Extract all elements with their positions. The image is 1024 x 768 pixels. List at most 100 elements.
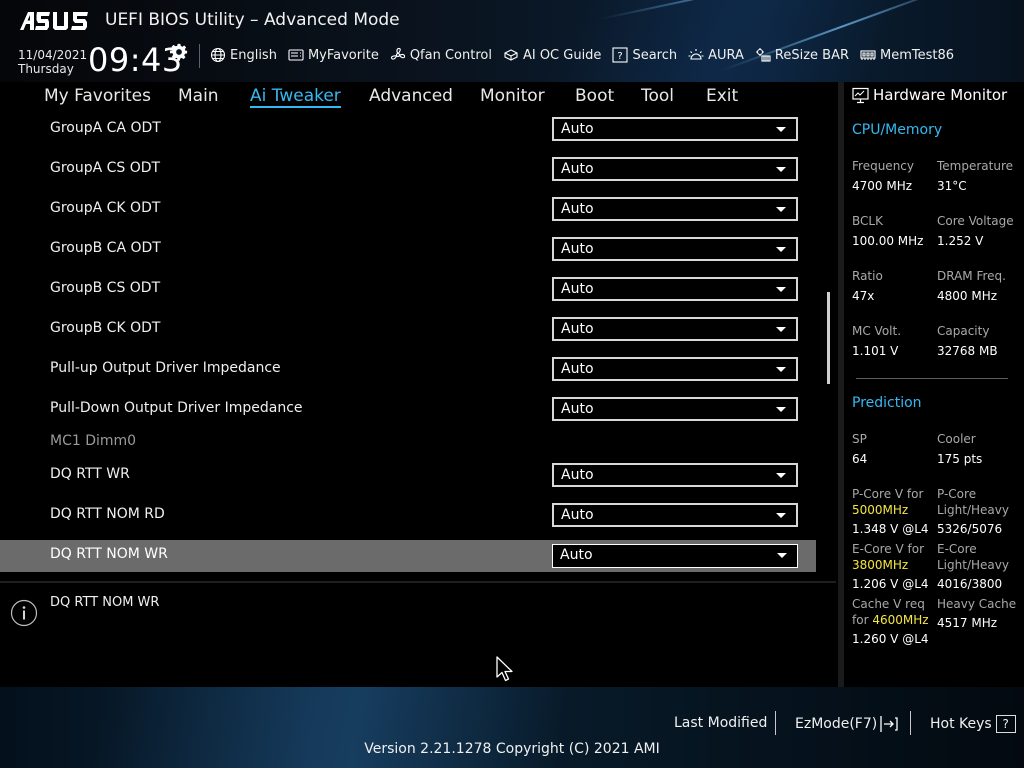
tab-my-favorites[interactable]: My Favorites: [44, 86, 151, 106]
tab-main[interactable]: Main: [178, 86, 219, 106]
hardware-monitor-panel: Hardware Monitor CPU/Memory Frequency 47…: [844, 82, 1024, 687]
tab-tool[interactable]: Tool: [641, 86, 674, 106]
setting-label: Pull-Down Output Driver Impedance: [50, 400, 303, 416]
hw-value: 4800 MHz: [937, 289, 998, 303]
dropdown-value: Auto: [561, 507, 594, 523]
setting-label: GroupB CS ODT: [50, 280, 161, 296]
hw-label: Capacity: [937, 324, 990, 338]
hw-label-line: Cache V req: [852, 597, 925, 611]
hw-value: 1.348 V @L4: [852, 522, 929, 536]
setting-dropdown[interactable]: Auto: [552, 117, 798, 141]
setting-row[interactable]: Pull-Down Output Driver Impedance Auto: [0, 392, 816, 424]
tab-boot[interactable]: Boot: [575, 86, 614, 106]
aura-label: AURA: [708, 47, 744, 63]
setting-label: DQ RTT WR: [50, 466, 130, 482]
info-icon: [10, 599, 38, 627]
hot-keys-button[interactable]: Hot Keys ?: [930, 715, 1016, 733]
chevron-down-icon: [776, 327, 786, 332]
hw-label-line: E-Core V for: [852, 542, 925, 556]
setting-row[interactable]: GroupA CK ODT Auto: [0, 192, 816, 224]
search-button[interactable]: ? Search: [612, 47, 677, 63]
qfan-control-button[interactable]: Qfan Control: [390, 47, 492, 63]
tab-ai-tweaker[interactable]: Ai Tweaker: [250, 86, 341, 108]
setting-row[interactable]: DQ RTT NOM RD Auto: [0, 500, 816, 532]
hw-label: BCLK: [852, 214, 883, 228]
header-decoration: [599, 0, 894, 20]
dropdown-value: Auto: [561, 321, 594, 337]
ai-oc-guide-button[interactable]: AI OC Guide: [503, 47, 601, 63]
hw-label: Heavy Cache: [937, 597, 1017, 611]
setting-dropdown[interactable]: Auto: [552, 197, 798, 221]
app-title: UEFI BIOS Utility – Advanced Mode: [105, 10, 400, 30]
aura-button[interactable]: AURA: [688, 47, 744, 63]
ezmode-button[interactable]: EzMode(F7): [795, 715, 899, 733]
setting-dropdown[interactable]: Auto: [552, 357, 798, 381]
asus-logo: [20, 12, 88, 30]
setting-dropdown[interactable]: Auto: [552, 317, 798, 341]
hw-label: P-Core V for 5000MHz: [852, 486, 923, 518]
setting-dropdown[interactable]: Auto: [552, 503, 798, 527]
setting-dropdown[interactable]: Auto: [552, 544, 798, 568]
setting-row[interactable]: GroupB CA ODT Auto: [0, 232, 816, 264]
chevron-down-icon: [776, 207, 786, 212]
hw-label-line: Light/Heavy: [937, 558, 1009, 572]
setting-row[interactable]: GroupB CS ODT Auto: [0, 272, 816, 304]
svg-text:?: ?: [618, 51, 623, 62]
mouse-cursor-icon: [496, 656, 513, 682]
hw-label-freq: 4600MHz: [872, 613, 929, 627]
dropdown-value: Auto: [561, 161, 594, 177]
hw-label: E-Core Light/Heavy: [937, 541, 1009, 573]
tab-monitor[interactable]: Monitor: [480, 86, 545, 106]
setting-row-selected[interactable]: DQ RTT NOM WR Auto: [0, 540, 816, 572]
dropdown-value: Auto: [561, 401, 594, 417]
tab-advanced[interactable]: Advanced: [369, 86, 453, 106]
favorite-icon: [288, 49, 304, 61]
hw-value: 64: [852, 452, 868, 466]
hw-label-line: P-Core: [937, 487, 977, 501]
chevron-down-icon: [776, 513, 786, 518]
setting-row[interactable]: GroupA CA ODT Auto: [0, 112, 816, 144]
setting-label: GroupA CS ODT: [50, 160, 161, 176]
hw-value: 32768 MB: [937, 344, 998, 358]
setting-dropdown[interactable]: Auto: [552, 397, 798, 421]
chevron-down-icon: [776, 247, 786, 252]
setting-row[interactable]: Pull-up Output Driver Impedance Auto: [0, 352, 816, 384]
hw-label-line: for: [852, 613, 869, 627]
resize-bar-button[interactable]: ReSize BAR: [755, 47, 849, 63]
resize-bar-icon: [755, 48, 771, 62]
bottom-footer: Last Modified EzMode(F7) Hot Keys ? Vers…: [0, 687, 1024, 768]
switch-mode-icon: [880, 716, 898, 732]
setting-row[interactable]: DQ RTT WR Auto: [0, 460, 816, 492]
setting-label: DQ RTT NOM WR: [50, 546, 168, 562]
chevron-down-icon: [776, 127, 786, 132]
hw-value: 47x: [852, 289, 875, 303]
myfavorite-button[interactable]: MyFavorite: [288, 47, 379, 63]
setting-dropdown[interactable]: Auto: [552, 277, 798, 301]
hw-label: Ratio: [852, 269, 883, 283]
setting-dropdown[interactable]: Auto: [552, 463, 798, 487]
memtest86-button[interactable]: MemTest86: [860, 47, 954, 63]
monitor-icon: [852, 87, 869, 103]
language-button[interactable]: English: [210, 47, 277, 63]
date-text: 11/04/2021: [18, 48, 88, 62]
last-modified-button[interactable]: Last Modified: [674, 715, 767, 731]
search-icon: ?: [612, 47, 628, 63]
last-modified-label: Last Modified: [674, 715, 768, 731]
hw-value: 4517 MHz: [937, 616, 998, 630]
tab-exit[interactable]: Exit: [706, 86, 738, 106]
setting-label: GroupB CK ODT: [50, 320, 161, 336]
setting-row[interactable]: GroupA CS ODT Auto: [0, 152, 816, 184]
hw-label-line: P-Core V for: [852, 487, 924, 501]
language-label: English: [230, 47, 277, 63]
footer-separator: [910, 711, 911, 735]
prediction-section-title: Prediction: [852, 395, 922, 411]
quick-links-bar: English MyFavorite Qfan Control AI OC Gu…: [210, 47, 965, 63]
setting-row[interactable]: GroupB CK ODT Auto: [0, 312, 816, 344]
chevron-down-icon: [776, 167, 786, 172]
setting-label: GroupA CA ODT: [50, 120, 161, 136]
settings-scrollbar[interactable]: [827, 292, 830, 384]
clock-display: 09:43: [88, 41, 183, 79]
setting-dropdown[interactable]: Auto: [552, 157, 798, 181]
setting-dropdown[interactable]: Auto: [552, 237, 798, 261]
gear-icon[interactable]: [170, 43, 188, 61]
